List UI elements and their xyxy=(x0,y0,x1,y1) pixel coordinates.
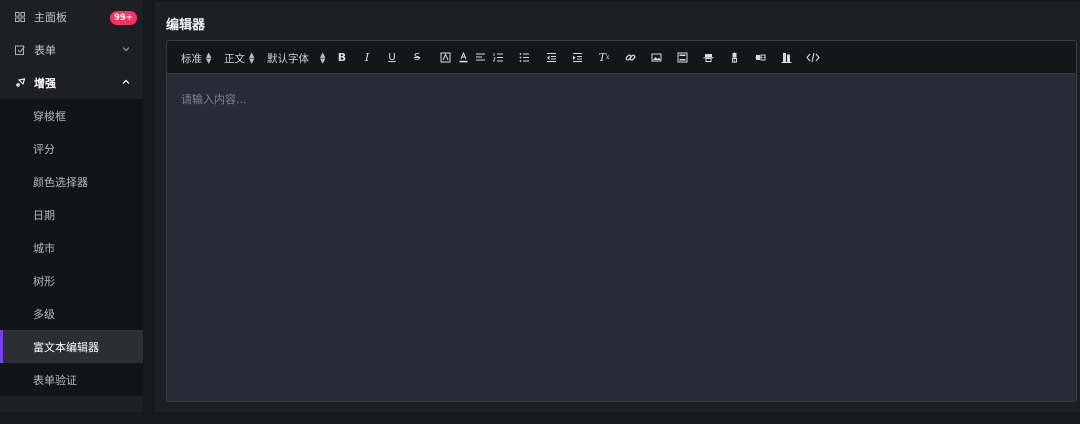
submenu-enhance: 穿梭框 评分 颜色选择器 日期 城市 树形 多级 富文本编辑器 表单验证 xyxy=(0,99,143,396)
sidebar-item-label: 城市 xyxy=(33,241,55,255)
notification-badge: 99+ xyxy=(110,11,137,25)
sidebar-item-tree[interactable]: 树形 xyxy=(0,264,143,297)
sidebar-item-label: 表单验证 xyxy=(33,373,77,387)
page-title: 编辑器 xyxy=(166,18,206,33)
sidebar-item-date[interactable]: 日期 xyxy=(0,198,143,231)
code-icon[interactable] xyxy=(805,51,821,64)
background-color-icon[interactable] xyxy=(438,51,452,64)
header-select-value: 正文 xyxy=(224,52,245,65)
updown-icon: ▲ ▼ xyxy=(320,51,326,65)
font-select[interactable]: 默认字体 ▲ ▼ xyxy=(267,50,325,66)
sidebar-item-label: 主面板 xyxy=(34,10,67,24)
sidebar-item-label: 增强 xyxy=(34,76,56,90)
clean-format-icon[interactable]: Tx xyxy=(597,51,611,64)
sidebar: 主面板 99+ 表单 增强 穿梭框 评分 颜色选择器 日期 城市 树形 多级 富… xyxy=(0,0,143,412)
sidebar-item-label: 多级 xyxy=(33,307,55,321)
outdent-icon[interactable] xyxy=(544,51,558,64)
table-icon[interactable] xyxy=(701,51,715,64)
sidebar-item-city[interactable]: 城市 xyxy=(0,231,143,264)
sidebar-item-label: 日期 xyxy=(33,208,55,222)
size-select-value: 标准 xyxy=(181,52,202,65)
ordered-list-icon[interactable] xyxy=(491,51,505,64)
chevron-up-icon xyxy=(121,77,131,87)
editor-content-area[interactable]: 请输入内容... xyxy=(167,74,1076,124)
italic-icon[interactable]: I xyxy=(360,51,374,64)
sidebar-item-label: 富文本编辑器 xyxy=(33,340,99,354)
sidebar-item-rate[interactable]: 评分 xyxy=(0,132,143,165)
main-card: 编辑器 标准 ▲ ▼ 正文 ▲ ▼ 默认字体 ▲ ▼ B I U S T x 请… xyxy=(155,2,1080,412)
sidebar-item-label: 表单 xyxy=(34,43,56,57)
insert-column-icon[interactable] xyxy=(753,51,767,64)
editor-placeholder: 请输入内容... xyxy=(181,93,247,106)
dashboard-icon xyxy=(14,11,26,23)
insert-row-icon[interactable] xyxy=(727,51,741,64)
strike-icon[interactable]: S xyxy=(410,51,424,64)
font-select-value: 默认字体 xyxy=(267,52,309,65)
updown-icon: ▲ ▼ xyxy=(249,51,255,65)
bullet-list-icon[interactable] xyxy=(517,51,531,64)
link-icon[interactable] xyxy=(623,51,637,64)
sidebar-item-color-picker[interactable]: 颜色选择器 xyxy=(0,165,143,198)
form-icon xyxy=(14,44,26,56)
image-icon[interactable] xyxy=(649,51,663,64)
size-select[interactable]: 标准 ▲ ▼ xyxy=(181,50,211,66)
sidebar-item-form-validation[interactable]: 表单验证 xyxy=(0,363,143,396)
indent-icon[interactable] xyxy=(570,51,584,64)
app-root: 主面板 99+ 表单 增强 穿梭框 评分 颜色选择器 日期 城市 树形 多级 富… xyxy=(0,0,1080,424)
sidebar-item-dashboard[interactable]: 主面板 99+ xyxy=(0,0,143,33)
font-color-icon[interactable] xyxy=(456,51,470,64)
sidebar-item-cascader[interactable]: 多级 xyxy=(0,297,143,330)
header-select[interactable]: 正文 ▲ ▼ xyxy=(224,50,254,66)
sidebar-item-transfer[interactable]: 穿梭框 xyxy=(0,99,143,132)
sidebar-item-enhance[interactable]: 增强 xyxy=(0,66,143,99)
updown-icon: ▲ ▼ xyxy=(206,51,212,65)
sidebar-item-label: 评分 xyxy=(33,142,55,156)
sidebar-item-label: 穿梭框 xyxy=(33,109,66,123)
align-icon[interactable] xyxy=(473,51,487,64)
video-icon[interactable] xyxy=(675,51,689,64)
sidebar-item-form[interactable]: 表单 xyxy=(0,33,143,66)
sidebar-item-rich-text-editor[interactable]: 富文本编辑器 xyxy=(0,330,143,363)
enhance-icon xyxy=(14,77,26,89)
sidebar-item-label: 颜色选择器 xyxy=(33,175,88,189)
sidebar-item-label: 树形 xyxy=(33,274,55,288)
underline-icon[interactable]: U xyxy=(385,51,399,64)
editor-toolbar: 标准 ▲ ▼ 正文 ▲ ▼ 默认字体 ▲ ▼ B I U S T x xyxy=(167,41,1076,74)
bold-icon[interactable]: B xyxy=(335,51,349,64)
delete-row-icon[interactable] xyxy=(779,51,793,64)
chevron-down-icon xyxy=(121,44,131,54)
rich-text-editor: 标准 ▲ ▼ 正文 ▲ ▼ 默认字体 ▲ ▼ B I U S T x 请输入内容… xyxy=(166,40,1077,402)
